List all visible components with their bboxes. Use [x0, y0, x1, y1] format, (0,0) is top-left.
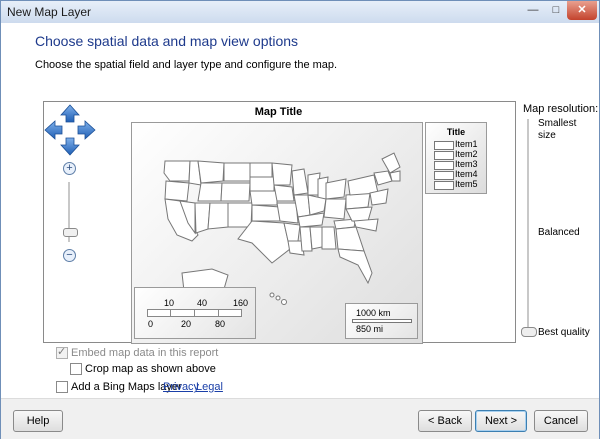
- legal-link[interactable]: Legal: [196, 381, 223, 393]
- map-legend: Title Item1 Item2 Item3 Item4 Item5: [425, 122, 487, 194]
- pan-controls: [44, 104, 96, 156]
- new-map-layer-dialog: New Map Layer — □ ✕ Choose spatial data …: [0, 0, 600, 439]
- state-shape: [307, 194, 327, 216]
- legend-swatch: [434, 171, 454, 180]
- button-bar: Help < Back Next > Cancel: [1, 398, 599, 439]
- legend-swatch: [434, 181, 454, 190]
- state-shape: [345, 206, 373, 222]
- pan-up-icon[interactable]: [60, 104, 80, 123]
- pan-left-icon[interactable]: [44, 120, 63, 140]
- legend-label: Item5: [455, 179, 478, 189]
- state-shape: [227, 202, 253, 228]
- state-shape: [220, 182, 251, 202]
- distance-bar: [352, 319, 412, 323]
- color-scale: 10 40 160 0 20 80: [134, 287, 256, 339]
- legend-swatch: [434, 151, 454, 160]
- state-shape: [164, 180, 190, 202]
- map-title: Map Title: [254, 106, 303, 118]
- legend-swatch: [434, 141, 454, 150]
- state-shape: [163, 160, 191, 182]
- state-shape: [273, 184, 295, 202]
- state-shape: [271, 162, 293, 186]
- state-shape: [323, 198, 347, 220]
- state-shape: [373, 170, 393, 186]
- scale-label: 0: [148, 319, 154, 329]
- state-shape: [321, 226, 337, 250]
- distance-scale: 1000 km 850 mi: [345, 303, 418, 339]
- state-shape: [197, 182, 223, 202]
- page-title: Choose spatial data and map view options: [35, 33, 299, 49]
- back-button[interactable]: < Back: [418, 410, 472, 432]
- state-shape: [223, 162, 251, 182]
- state-shape: [353, 218, 379, 232]
- maximize-icon[interactable]: □: [545, 1, 567, 20]
- distance-km: 1000 km: [356, 308, 391, 318]
- close-icon[interactable]: ✕: [567, 1, 597, 20]
- state-shape: [337, 248, 373, 285]
- state-shape: [249, 176, 275, 192]
- state-shape: [275, 295, 281, 301]
- state-shape: [249, 162, 273, 178]
- legend-label: Item2: [455, 149, 478, 159]
- state-shape: [207, 202, 229, 230]
- page-subtitle: Choose the spatial field and layer type …: [35, 59, 338, 71]
- embed-map-label: Embed map data in this report: [71, 347, 219, 359]
- state-shape: [291, 168, 309, 196]
- cancel-button[interactable]: Cancel: [534, 410, 588, 432]
- pan-down-icon[interactable]: [60, 137, 80, 156]
- state-shape: [251, 204, 281, 222]
- legend-swatch: [434, 161, 454, 170]
- zoom-out-icon[interactable]: −: [63, 249, 76, 262]
- scale-label: 10: [164, 298, 175, 308]
- state-shape: [197, 160, 225, 184]
- minimize-icon[interactable]: —: [521, 1, 545, 20]
- privacy-link[interactable]: Privacy: [163, 381, 199, 393]
- title-bar: New Map Layer — □ ✕: [1, 1, 599, 23]
- state-shape: [381, 152, 401, 174]
- state-shape: [276, 202, 299, 224]
- scale-label: 40: [197, 298, 208, 308]
- scale-label: 160: [233, 298, 249, 308]
- color-scale-bar: [147, 309, 242, 317]
- resolution-slider-thumb[interactable]: [521, 327, 537, 337]
- state-shape: [269, 292, 275, 298]
- legend-label: Item3: [455, 159, 478, 169]
- state-shape: [325, 178, 347, 200]
- zoom-in-icon[interactable]: +: [63, 162, 76, 175]
- bing-maps-checkbox[interactable]: [56, 381, 68, 393]
- state-shape: [389, 170, 401, 182]
- embed-map-checkbox[interactable]: [56, 345, 68, 359]
- legend-label: Item1: [455, 139, 478, 149]
- distance-mi: 850 mi: [356, 324, 384, 334]
- map-resolution-label: Map resolution:: [523, 103, 599, 115]
- resolution-slider-track[interactable]: [527, 119, 529, 331]
- zoom-slider-thumb[interactable]: [63, 228, 78, 237]
- state-shape: [281, 299, 287, 305]
- help-button[interactable]: Help: [13, 410, 63, 432]
- state-shape: [249, 190, 278, 206]
- crop-map-label: Crop map as shown above: [85, 363, 216, 375]
- state-shape: [335, 226, 365, 252]
- crop-map-checkbox[interactable]: [70, 363, 82, 375]
- pan-right-icon[interactable]: [77, 120, 96, 140]
- legend-title: Title: [446, 127, 466, 137]
- window-title: New Map Layer: [7, 5, 92, 19]
- resolution-smallest-label: Smallest size: [538, 118, 577, 141]
- scale-label: 80: [215, 319, 226, 329]
- next-button[interactable]: Next >: [475, 410, 527, 432]
- resolution-best-label: Best quality: [538, 327, 590, 338]
- resolution-balanced-label: Balanced: [538, 227, 580, 238]
- legend-label: Item4: [455, 169, 478, 179]
- scale-label: 20: [181, 319, 192, 329]
- state-shape: [309, 226, 323, 250]
